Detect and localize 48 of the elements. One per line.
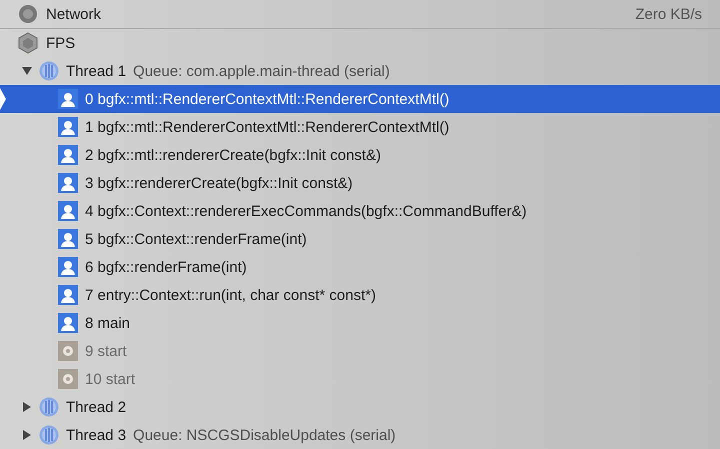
gear-icon — [58, 369, 78, 389]
frame-symbol: 3 bgfx::rendererCreate(bgfx::Init const&) — [85, 174, 353, 192]
stack-frame-row[interactable]: 10 start — [0, 365, 720, 393]
frame-symbol: 1 bgfx::mtl::RendererContextMtl::RendererContextMtl() — [85, 118, 450, 136]
frame-symbol: 9 start — [85, 342, 127, 360]
person-icon — [58, 201, 78, 221]
frame-symbol: 8 main — [85, 314, 130, 332]
stack-frame-row[interactable]: 3 bgfx::rendererCreate(bgfx::Init const&) — [0, 169, 720, 197]
person-icon — [58, 229, 78, 249]
stack-frame-row[interactable]: 1 bgfx::mtl::RendererContextMtl::RendererContextMtl() — [0, 113, 720, 141]
person-icon — [58, 285, 78, 305]
thread-queue: Queue: com.apple.main-thread (serial) — [133, 62, 390, 80]
frame-symbol: 2 bgfx::mtl::rendererCreate(bgfx::Init const&) — [85, 146, 381, 164]
person-icon — [58, 145, 78, 165]
stack-frame-row[interactable]: 8 main — [0, 309, 720, 337]
thread-icon — [39, 425, 59, 445]
stack-frame-row[interactable]: 7 entry::Context::run(int, char const* const*) — [0, 281, 720, 309]
person-icon — [58, 89, 78, 109]
expand-triangle-icon[interactable] — [22, 402, 32, 412]
gauge-label: FPS — [46, 34, 76, 52]
frame-symbol: 6 bgfx::renderFrame(int) — [85, 258, 247, 276]
collapse-triangle-icon[interactable] — [22, 66, 32, 76]
frame-symbol: 10 start — [85, 370, 136, 388]
frame-symbol: 0 bgfx::mtl::RendererContextMtl::RendererContextMtl() — [85, 90, 450, 108]
thread-name[interactable]: Thread 3 — [66, 426, 126, 444]
person-icon — [58, 313, 78, 333]
thread-icon — [39, 61, 59, 81]
thread-icon — [39, 397, 59, 417]
frame-symbol: 4 bgfx::Context::rendererExecCommands(bgfx::CommandBuffer&) — [85, 202, 527, 220]
stack-frame-row[interactable]: 4 bgfx::Context::rendererExecCommands(bgfx::CommandBuffer&) — [0, 197, 720, 225]
thread-name[interactable]: Thread 1 — [66, 62, 126, 80]
stack-frame-row[interactable]: 6 bgfx::renderFrame(int) — [0, 253, 720, 281]
gauge-value: Zero KB/s — [635, 6, 702, 22]
person-icon — [58, 117, 78, 137]
gauge-label: Network — [46, 6, 102, 22]
expand-triangle-icon[interactable] — [22, 430, 32, 440]
stack-frame-row[interactable]: 2 bgfx::mtl::rendererCreate(bgfx::Init const&) — [0, 141, 720, 169]
stack-frame-row[interactable]: 5 bgfx::Context::renderFrame(int) — [0, 225, 720, 253]
gear-icon — [58, 341, 78, 361]
stack-frame-row[interactable]: 9 start — [0, 337, 720, 365]
hexagon-icon — [18, 32, 38, 54]
stack-frame-row[interactable]: 0 bgfx::mtl::RendererContextMtl::RendererContextMtl() — [0, 85, 720, 113]
person-icon — [58, 173, 78, 193]
thread-name[interactable]: Thread 2 — [66, 398, 126, 416]
thread-queue: Queue: NSCGSDisableUpdates (serial) — [133, 426, 396, 444]
frame-symbol: 7 entry::Context::run(int, char const* const*) — [85, 286, 376, 304]
person-icon — [58, 257, 78, 277]
frame-symbol: 5 bgfx::Context::renderFrame(int) — [85, 230, 307, 248]
